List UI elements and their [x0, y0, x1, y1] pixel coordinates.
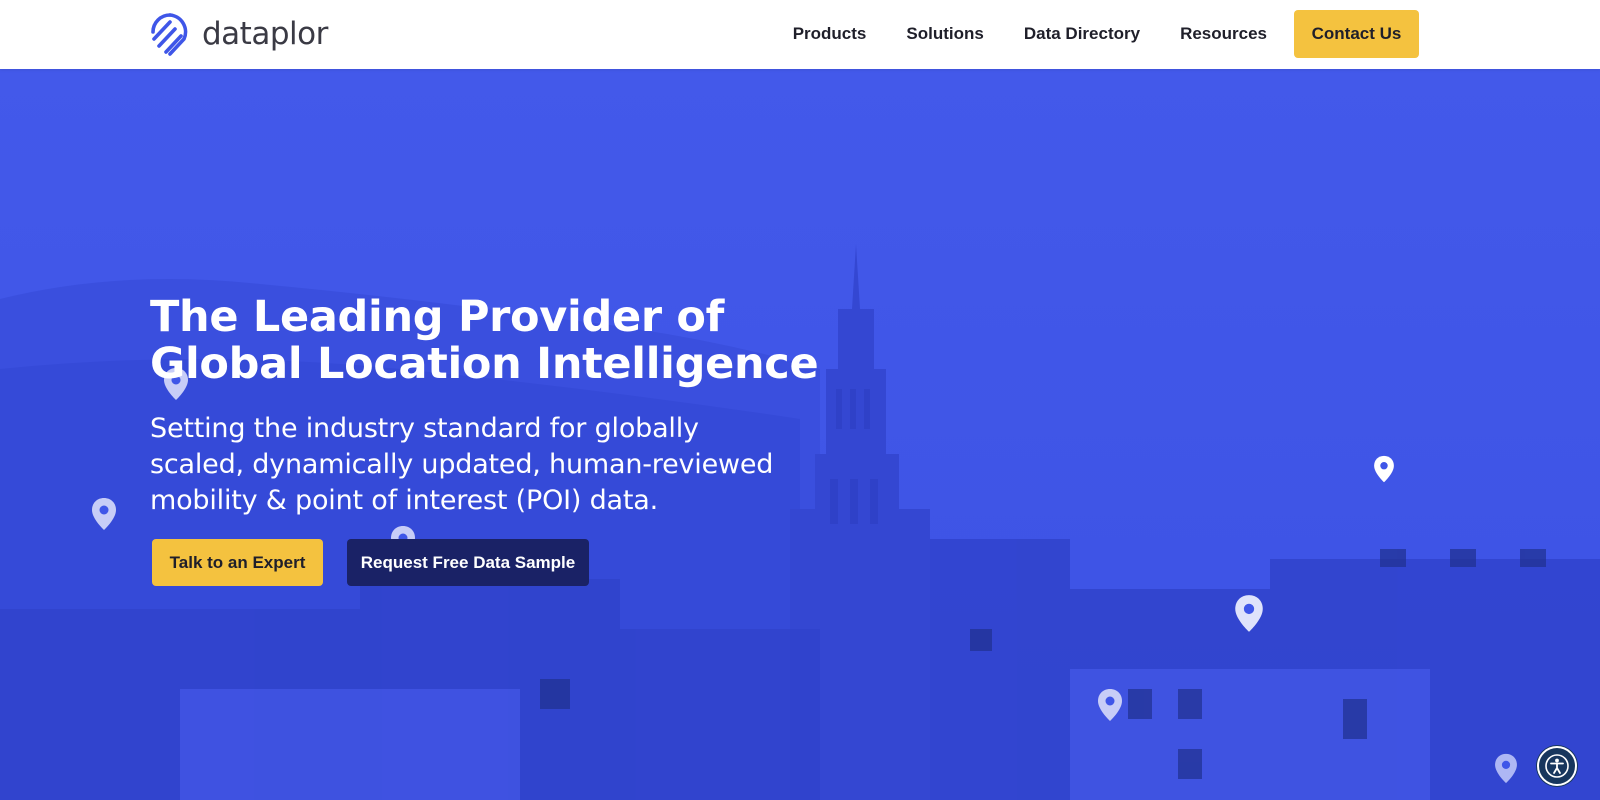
- talk-to-expert-button[interactable]: Talk to an Expert: [152, 539, 323, 586]
- logo-link[interactable]: dataplor: [150, 12, 328, 56]
- hero-subtitle: Setting the industry standard for global…: [150, 413, 774, 516]
- nav-resources[interactable]: Resources: [1180, 10, 1267, 58]
- hero-title: The Leading Provider of Global Location …: [150, 292, 819, 389]
- site-header: dataplor Products Solutions Data Directo…: [0, 0, 1600, 69]
- map-pin-icon: [1235, 595, 1263, 632]
- dataplor-logo-icon: [151, 13, 188, 56]
- contact-us-button[interactable]: Contact Us: [1294, 10, 1419, 58]
- nav-solutions[interactable]: Solutions: [906, 10, 983, 58]
- map-pin-icon: [1374, 455, 1394, 483]
- map-pin-icon: [1098, 689, 1122, 721]
- logo-wordmark: dataplor: [202, 16, 328, 52]
- hero-section: The Leading Provider of Global Location …: [0, 69, 1600, 800]
- accessibility-button[interactable]: [1537, 746, 1577, 786]
- accessibility-icon: [1545, 754, 1569, 778]
- nav-products[interactable]: Products: [793, 10, 867, 58]
- map-pin-icon: [92, 498, 116, 530]
- nav-data-directory[interactable]: Data Directory: [1024, 10, 1140, 58]
- map-pin-icon: [1495, 753, 1517, 784]
- main-nav: Products Solutions Data Directory Resour…: [793, 10, 1419, 58]
- request-data-sample-button[interactable]: Request Free Data Sample: [347, 539, 589, 586]
